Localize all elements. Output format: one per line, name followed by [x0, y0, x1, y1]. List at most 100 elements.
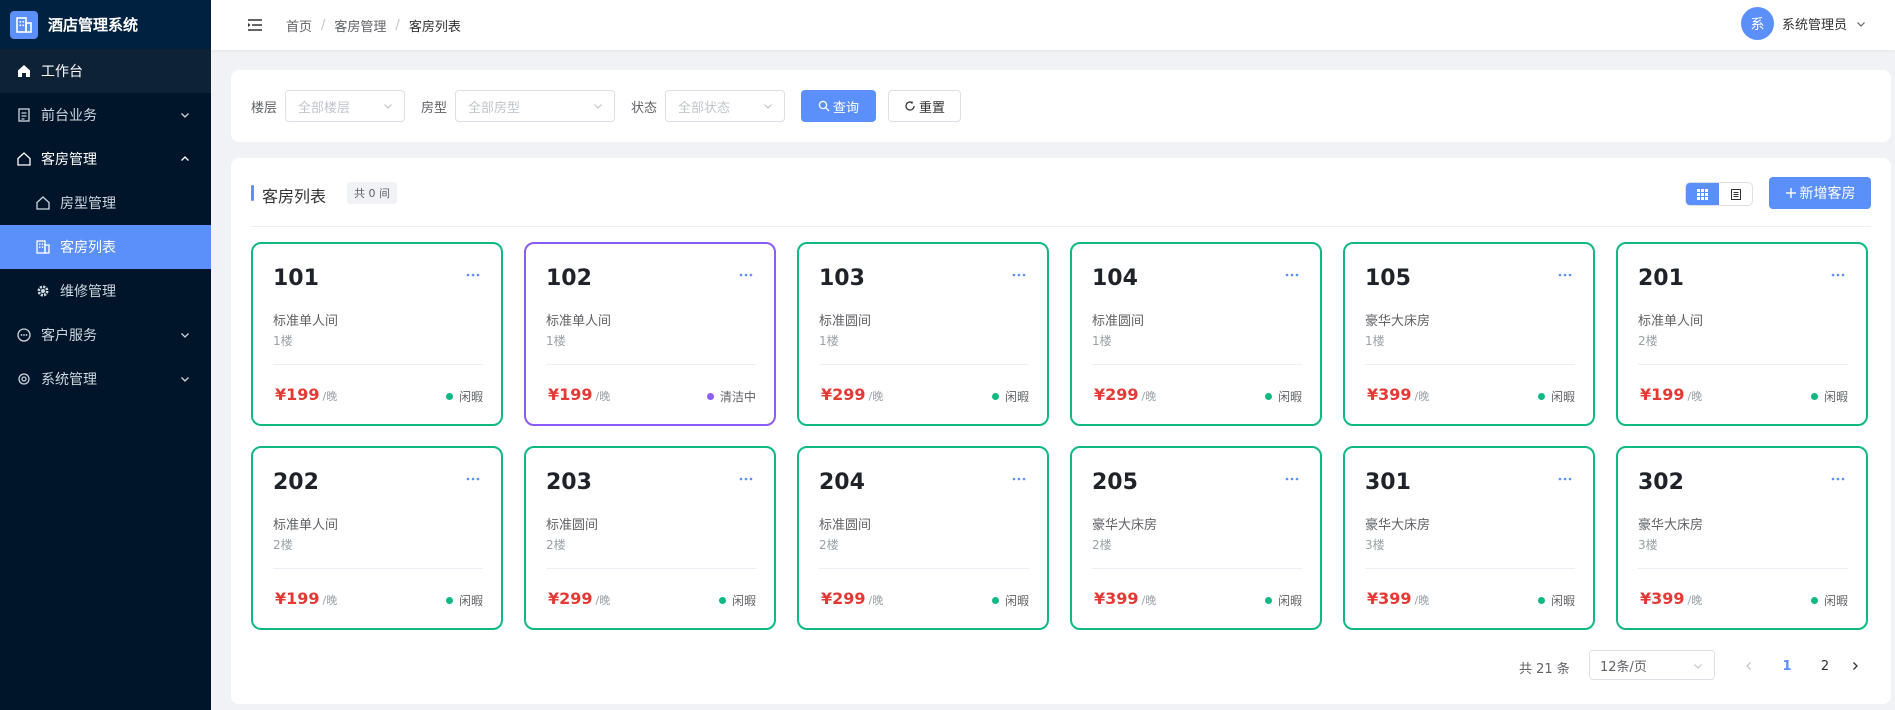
room-floor: 2楼	[546, 538, 566, 552]
more-icon[interactable]	[1011, 474, 1027, 484]
floor-select[interactable]: 全部楼层	[285, 90, 406, 122]
breadcrumb-separator: /	[395, 17, 400, 33]
room-card[interactable]: 203 标准圆间 2楼 ¥299/晚 闲暇	[524, 446, 776, 630]
room-price: ¥199/晚	[1640, 385, 1702, 404]
prev-page-button[interactable]	[1739, 656, 1759, 676]
status-dot	[718, 597, 726, 604]
query-button[interactable]: 查询	[801, 90, 877, 122]
room-card[interactable]: 101 标准单人间 1楼 ¥199/晚 闲暇	[251, 242, 503, 426]
list-view-button[interactable]	[1719, 183, 1752, 205]
sidebar-item-system[interactable]: 系统管理	[0, 357, 211, 401]
room-count-badge: 共 0 间	[347, 182, 397, 204]
more-icon[interactable]	[738, 474, 754, 484]
more-icon[interactable]	[1557, 270, 1573, 280]
more-icon[interactable]	[1830, 474, 1846, 484]
room-card[interactable]: 105 豪华大床房 1楼 ¥399/晚 闲暇	[1343, 242, 1595, 426]
room-card[interactable]: 302 豪华大床房 3楼 ¥399/晚 闲暇	[1616, 446, 1868, 630]
page-size-select[interactable]: 12条/页	[1589, 650, 1715, 680]
reset-button[interactable]: 重置	[888, 90, 962, 122]
status-dot	[1264, 597, 1272, 604]
room-price: ¥199/晚	[275, 589, 337, 608]
chevron-down-icon	[762, 100, 774, 112]
house-icon	[15, 150, 33, 168]
room-card[interactable]: 301 豪华大床房 3楼 ¥399/晚 闲暇	[1343, 446, 1595, 630]
room-type-select[interactable]: 全部房型	[455, 90, 616, 122]
sidebar-item-room-management[interactable]: 客房管理	[0, 137, 211, 181]
price-amount: ¥399	[1367, 385, 1412, 404]
room-card[interactable]: 205 豪华大床房 2楼 ¥399/晚 闲暇	[1070, 446, 1322, 630]
sidebar-item-workbench[interactable]: 工作台	[0, 49, 211, 93]
avatar[interactable]: 系	[1740, 7, 1774, 40]
room-card[interactable]: 104 标准圆间 1楼 ¥299/晚 闲暇	[1070, 242, 1322, 426]
price-unit: /晚	[868, 594, 884, 607]
room-card[interactable]: 204 标准圆间 2楼 ¥299/晚 闲暇	[797, 446, 1049, 630]
status-dot	[1810, 597, 1818, 604]
gear-icon	[15, 370, 33, 388]
divider	[546, 364, 756, 365]
more-icon[interactable]	[465, 474, 481, 484]
floor-label: 楼层	[251, 100, 278, 116]
room-type: 标准圆间	[1092, 314, 1145, 329]
floor-select-placeholder: 全部楼层	[298, 100, 351, 116]
breadcrumb-room-management[interactable]: 客房管理	[334, 16, 386, 35]
room-card[interactable]: 103 标准圆间 1楼 ¥299/晚 闲暇	[797, 242, 1049, 426]
more-icon[interactable]	[1830, 270, 1846, 280]
reset-button-label: 重置	[919, 100, 946, 116]
chevron-down-icon	[179, 109, 191, 121]
room-number: 201	[1638, 266, 1684, 291]
room-card[interactable]: 102 标准单人间 1楼 ¥199/晚 清洁中	[524, 242, 776, 426]
status-text: 闲暇	[458, 594, 483, 608]
room-status: 闲暇	[445, 592, 483, 609]
status-dot	[445, 597, 453, 604]
status-text: 闲暇	[1550, 390, 1575, 404]
sidebar-item-room-list[interactable]: 客房列表	[0, 225, 211, 269]
grid-view-button[interactable]	[1686, 183, 1719, 205]
sidebar-item-maintenance[interactable]: 维修管理	[0, 269, 211, 313]
sidebar-item-front-desk[interactable]: 前台业务	[0, 93, 211, 137]
status-text: 清洁中	[719, 390, 756, 404]
app-title: 酒店管理系统	[48, 16, 139, 34]
more-icon[interactable]	[738, 270, 754, 280]
breadcrumb: 首页 / 客房管理 / 客房列表	[286, 16, 461, 35]
room-card[interactable]: 202 标准单人间 2楼 ¥199/晚 闲暇	[251, 446, 503, 630]
breadcrumb-home[interactable]: 首页	[286, 16, 312, 35]
more-icon[interactable]	[1284, 474, 1300, 484]
divider	[1092, 568, 1302, 569]
page-2-button[interactable]: 2	[1815, 656, 1835, 676]
add-room-button[interactable]: 新增客房	[1769, 177, 1871, 209]
chevron-down-icon[interactable]	[1855, 18, 1867, 30]
status-select[interactable]: 全部状态	[665, 90, 786, 122]
refresh-icon	[904, 100, 916, 112]
room-floor: 3楼	[1365, 538, 1385, 552]
chevron-down-icon	[592, 100, 604, 112]
room-number: 204	[819, 470, 865, 495]
room-status: 闲暇	[1810, 388, 1848, 405]
sidebar-item-customer-service[interactable]: 客户服务	[0, 313, 211, 357]
view-toggle	[1685, 182, 1753, 206]
user-menu[interactable]: 系 系统管理员	[1740, 7, 1867, 40]
gear-icon	[34, 282, 52, 300]
page-1-button[interactable]: 1	[1777, 656, 1797, 676]
more-icon[interactable]	[1011, 270, 1027, 280]
room-card[interactable]: 201 标准单人间 2楼 ¥199/晚 闲暇	[1616, 242, 1868, 426]
status-text: 闲暇	[1823, 390, 1848, 404]
username[interactable]: 系统管理员	[1782, 14, 1847, 33]
room-type: 豪华大床房	[1638, 518, 1704, 533]
divider	[273, 364, 483, 365]
status-text: 闲暇	[731, 594, 756, 608]
price-unit: /晚	[595, 390, 611, 403]
sidebar-item-room-types[interactable]: 房型管理	[0, 181, 211, 225]
room-number: 302	[1638, 470, 1684, 495]
status-text: 闲暇	[1277, 594, 1302, 608]
more-icon[interactable]	[465, 270, 481, 280]
more-icon[interactable]	[1557, 474, 1573, 484]
sidebar-item-label: 系统管理	[41, 372, 97, 388]
app-logo[interactable]: 酒店管理系统	[0, 0, 211, 49]
more-icon[interactable]	[1284, 270, 1300, 280]
price-amount: ¥299	[1094, 385, 1139, 404]
next-page-button[interactable]	[1845, 656, 1865, 676]
menu-toggle-icon[interactable]	[247, 18, 263, 32]
building-icon	[34, 238, 52, 256]
price-unit: /晚	[1414, 390, 1430, 403]
price-amount: ¥399	[1367, 589, 1412, 608]
